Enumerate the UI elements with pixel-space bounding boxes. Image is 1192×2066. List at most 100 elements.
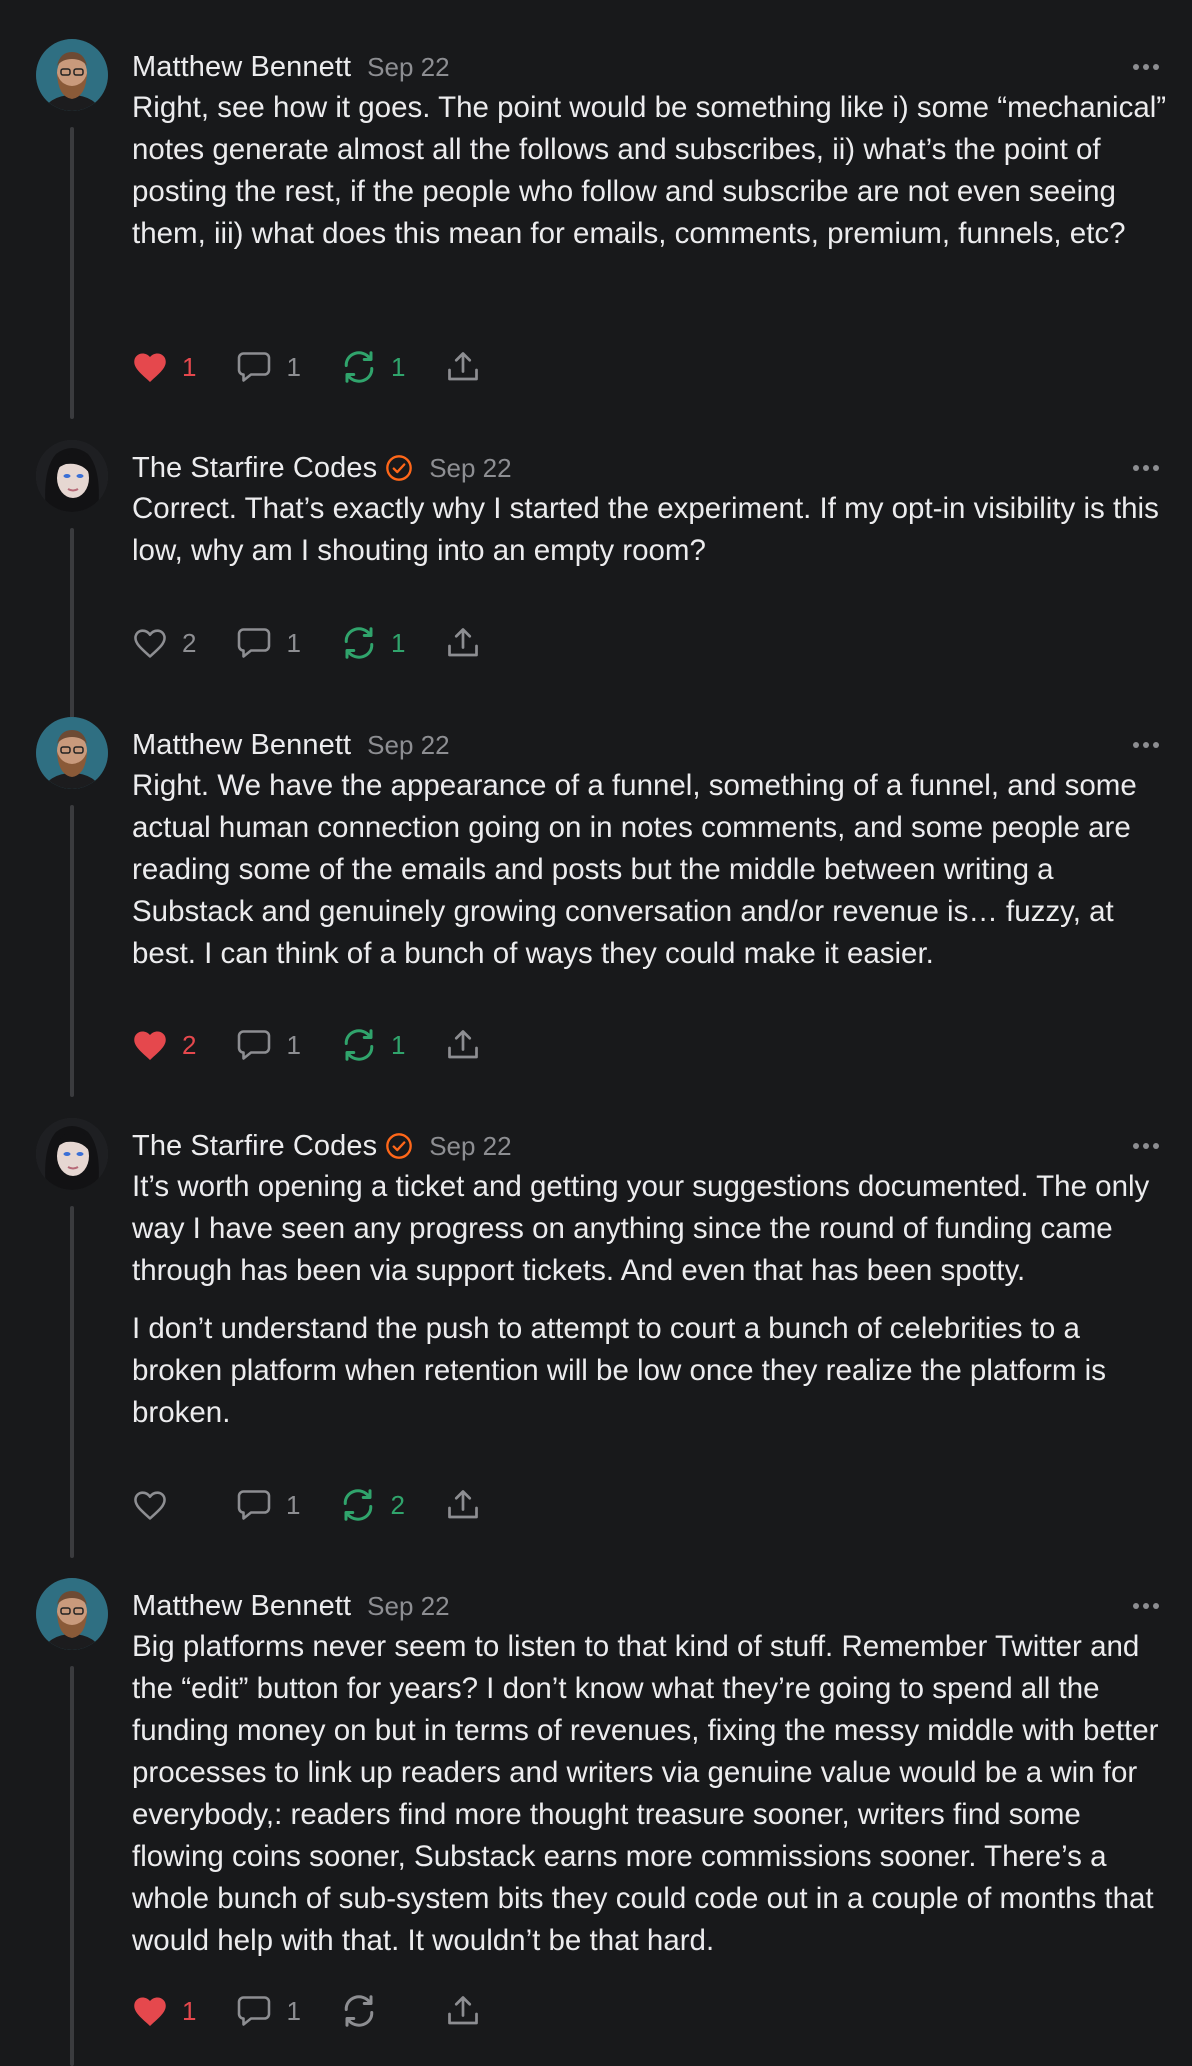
restack-icon [344,1029,374,1061]
restack-button[interactable]: 1 [341,1028,405,1062]
restack-count: 1 [390,351,406,382]
author-name[interactable]: Matthew Bennett [132,1590,351,1623]
ellipsis-icon [1133,742,1159,748]
comment-count: 1 [286,1029,301,1060]
speech-bubble-icon [238,352,271,382]
share-icon [448,352,479,381]
comment-actions: 1 1 [132,1989,521,2033]
comment-body: Big platforms never seem to listen to th… [132,1626,1177,1962]
comment-date[interactable]: Sep 22 [367,730,449,761]
share-icon [448,628,479,657]
comment-body: It’s worth opening a ticket and getting … [132,1166,1177,1434]
thread-line [70,1206,74,1558]
share-button[interactable] [445,350,481,384]
comment-count: 1 [286,1489,301,1520]
comment-body: Correct. That’s exactly why I started th… [132,488,1177,572]
avatar[interactable] [36,39,108,111]
bearded-man-avatar-image [36,39,108,111]
restack-count: 2 [390,1489,405,1520]
comment-actions: 1 2 [132,1483,521,1527]
author-name[interactable]: The Starfire Codes [132,1130,377,1163]
share-icon [448,1030,479,1059]
comment-paragraph: It’s worth opening a ticket and getting … [132,1170,1150,1287]
restack-icon [344,627,374,659]
comment-count: 1 [286,627,301,658]
like-count: 2 [182,1029,197,1060]
more-options-button[interactable] [1126,1128,1166,1164]
share-button[interactable] [445,1028,481,1062]
speech-bubble-icon [237,1490,271,1520]
woman-avatar-image [36,440,108,512]
more-options-button[interactable] [1126,49,1166,85]
heart-filled-icon [134,1997,166,2026]
restack-button[interactable] [341,1994,405,2028]
restack-button[interactable]: 1 [341,626,405,660]
restack-icon [344,351,374,383]
comment-body: Right. We have the appearance of a funne… [132,765,1177,975]
comment-paragraph: Right. We have the appearance of a funne… [132,769,1137,970]
speech-bubble-icon [238,628,271,658]
restack-button[interactable]: 2 [340,1488,405,1522]
more-options-button[interactable] [1126,1588,1166,1624]
like-count: 1 [182,351,197,382]
ellipsis-icon [1133,64,1159,70]
thread-line [70,528,74,735]
bearded-man-avatar-image [36,1578,108,1650]
comment-actions: 2 1 1 [132,1023,521,1067]
more-options-button[interactable] [1126,727,1166,763]
restack-icon [344,1995,374,2027]
like-button[interactable]: 2 [132,1028,196,1062]
thread-line [70,1666,74,2066]
comment-body: Right, see how it goes. The point would … [132,87,1177,255]
comment-date[interactable]: Sep 22 [367,52,449,83]
ellipsis-icon [1133,465,1159,471]
verified-badge-icon [385,1132,413,1160]
bearded-man-avatar-image [36,717,108,789]
comment-date[interactable]: Sep 22 [429,1131,511,1162]
comment-date[interactable]: Sep 22 [429,453,511,484]
like-button[interactable]: 1 [132,350,196,384]
restack-icon [344,1489,373,1521]
share-button[interactable] [445,1994,481,2028]
avatar[interactable] [36,717,108,789]
restack-count: 1 [390,1029,406,1060]
woman-avatar-image [36,1118,108,1190]
share-icon [448,1490,478,1519]
thread-line [70,127,74,419]
heart-filled-icon [134,1031,166,1060]
share-button[interactable] [445,1488,481,1522]
ellipsis-icon [1133,1143,1159,1149]
comment-paragraph: Big platforms never seem to listen to th… [132,1630,1159,1957]
like-count: 2 [182,627,197,658]
comment-actions: 2 1 1 [132,621,521,665]
speech-bubble-icon [238,1996,271,2026]
author-name[interactable]: The Starfire Codes [132,452,377,485]
thread-line [70,805,74,1097]
restack-button[interactable]: 1 [341,350,405,384]
author-name[interactable]: Matthew Bennett [132,729,351,762]
share-icon [448,1996,478,2025]
avatar[interactable] [36,1578,108,1650]
avatar[interactable] [36,1118,108,1190]
like-button[interactable] [132,1488,196,1522]
comment-date[interactable]: Sep 22 [367,1591,449,1622]
author-name[interactable]: Matthew Bennett [132,51,351,84]
comment-paragraph: Correct. That’s exactly why I started th… [132,492,1159,567]
avatar[interactable] [36,440,108,512]
heart-outline-icon [134,1491,166,1520]
comment-actions: 1 1 1 [132,345,521,389]
verified-badge-icon [385,454,413,482]
comment-button[interactable]: 1 [236,1488,300,1522]
comment-paragraph: Right, see how it goes. The point would … [132,91,1167,250]
more-options-button[interactable] [1126,450,1166,486]
comment-button[interactable]: 1 [236,1994,301,2028]
like-button[interactable]: 2 [132,626,196,660]
ellipsis-icon [1133,1603,1159,1609]
like-button[interactable]: 1 [132,1994,196,2028]
comment-button[interactable]: 1 [236,350,301,384]
comment-button[interactable]: 1 [236,1028,301,1062]
comment-button[interactable]: 1 [236,626,301,660]
heart-outline-icon [134,629,166,658]
share-button[interactable] [445,626,481,660]
restack-count: 1 [390,627,406,658]
